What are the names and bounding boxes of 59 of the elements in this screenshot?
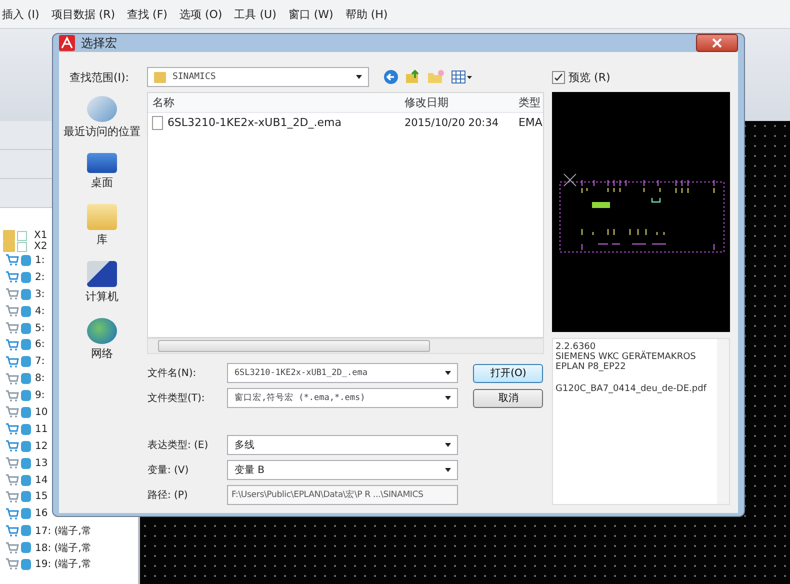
column-header[interactable]: 类型 [518,95,543,110]
cancel-button[interactable]: 取消 [473,388,544,408]
menu-item[interactable]: 插入 (I) [2,6,40,22]
field-label: 表达类型: (E) [147,438,210,452]
table-cell: EMA [518,116,543,129]
tree-item-label[interactable]: 5: [35,322,45,334]
field-label: 变量: (V) [147,464,190,477]
tree-item-label[interactable]: 13 [35,458,48,469]
menu-item[interactable]: 窗口 (W) [288,6,334,22]
file-name-field[interactable]: 6SL3210-1KE2x-xUB1_2D_.ema [227,363,458,383]
tree-item-label[interactable]: X2 [34,241,48,252]
tree-item-label[interactable]: 15 [35,491,48,502]
tree-item-label[interactable]: 2: [35,272,45,283]
dropdown-field[interactable]: 多线 [227,435,458,455]
description-line: SIEMENS WKC GERÄTEMAKROS [556,352,697,362]
menu-item[interactable]: 工具 (U) [234,6,276,22]
table-cell-text: 2015/10/20 20:34 [404,116,500,128]
tree-item-label[interactable]: 17: (端子,常 [35,524,92,538]
window-title: 选择宏 [81,34,117,52]
description-line: EPLAN P8_EP22 [556,362,627,372]
column-header[interactable]: 名称 [148,95,404,110]
tree-item-label[interactable]: X1 [34,230,48,241]
dropdown-field[interactable]: 窗口宏,符号宏 (*.ema,*.ems) [227,388,458,408]
menu-item[interactable]: 帮助 (H) [345,6,388,22]
dropdown-field[interactable]: 变量 B [227,460,458,480]
open-button[interactable]: 打开(O) [473,364,544,382]
place-label[interactable]: 库 [96,232,108,247]
tree-item-label[interactable]: 16 [35,508,48,520]
tree-item-label[interactable]: 10 [35,406,48,418]
tree-item-label[interactable]: 8: [35,373,45,384]
place-label[interactable]: 最近访问的位置 [64,124,141,139]
field-label: 文件类型(T): [147,392,206,405]
description-line: 2.2.6360 [556,342,597,352]
field-label: 路径: (P) [147,489,189,502]
place-label[interactable]: 网络 [91,346,114,361]
tree-item-label[interactable]: 12 [35,440,48,452]
tree-item-label[interactable]: 11 [35,424,48,435]
description-line: G120C_BA7_0414_deu_de-DE.pdf [556,384,708,394]
menu-item[interactable]: 查找 (F) [127,6,168,22]
tree-item-label[interactable]: 18: (端子,常 [35,540,92,555]
menu-item[interactable]: 项目数据 (R) [51,6,116,22]
path-field[interactable]: F:\Users\Public\EPLAN\Data\宏\P R ...\SINAMICS [227,485,458,505]
look-in-label: 查找范围(I): [69,70,130,84]
tree-item-label[interactable]: 3: [35,288,45,300]
menu-item[interactable]: 选项 (O) [179,6,222,22]
tree-item-label[interactable]: 19: (端子,常 [35,557,92,572]
tree-item-label[interactable]: 14 [35,474,48,486]
tree-item-label[interactable]: 6: [35,339,45,350]
checkbox-label[interactable]: 预览 (R) [568,70,610,84]
place-label[interactable]: 桌面 [91,175,114,190]
place-label[interactable]: 计算机 [86,289,119,304]
tree-item-label[interactable]: 9: [35,390,45,402]
tree-item-label[interactable]: 1: [35,254,45,266]
tree-item-label[interactable]: 7: [35,356,45,368]
tree-item-label[interactable]: 4: [35,306,45,317]
file-name[interactable]: 6SL3210-1KE2x-xUB1_2D_.ema [167,116,342,129]
field-label: 文件名(N): [147,366,198,380]
look-in-dropdown[interactable]: SINAMICS [147,67,370,87]
column-header[interactable]: 修改日期 [404,95,518,110]
